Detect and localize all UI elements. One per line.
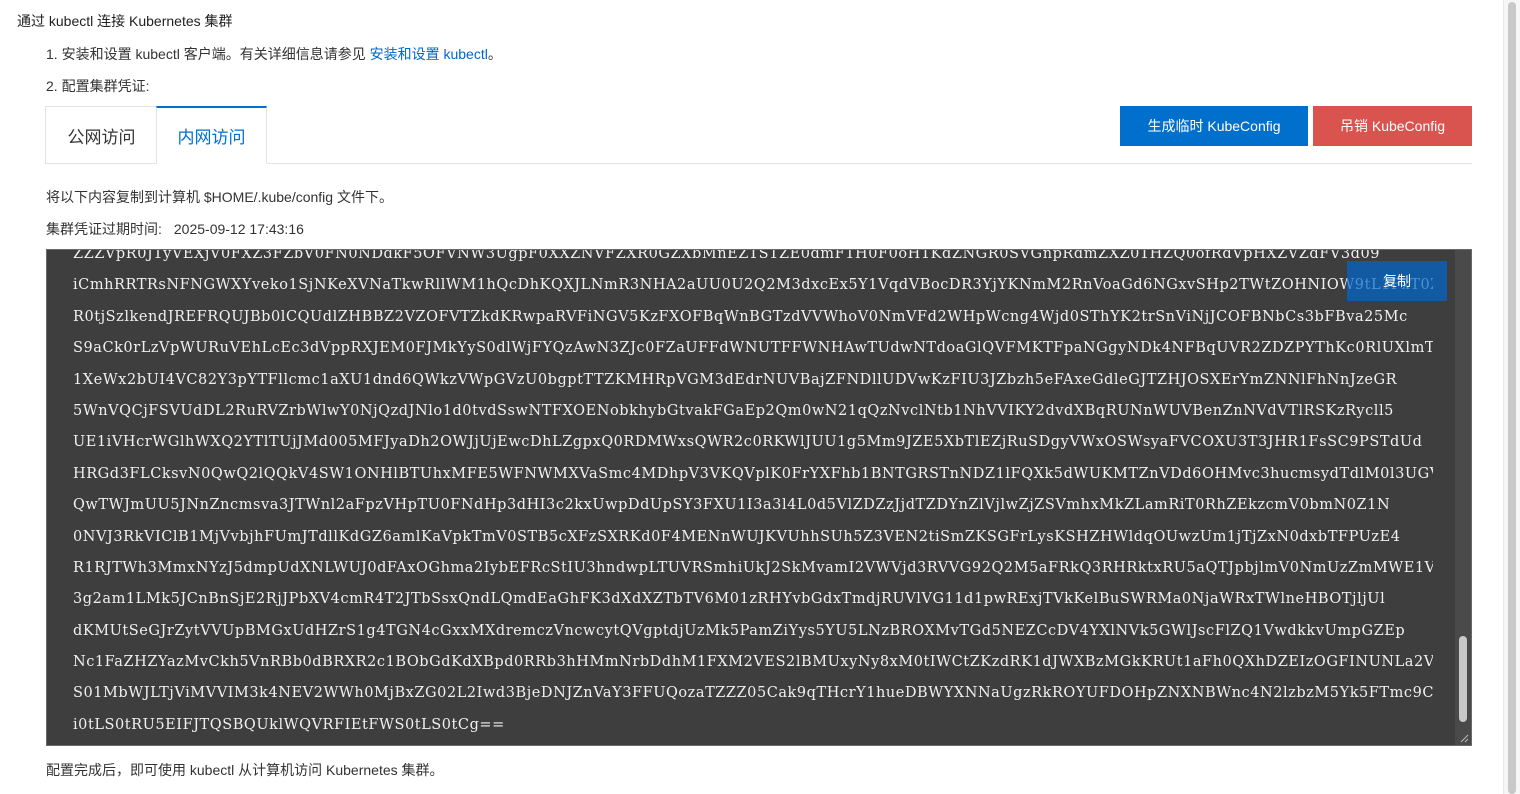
- code-line: 5WnVQCjFSVUdDL2RuRVZrbWlwY0NjQzdJNlo1d0t…: [73, 402, 1394, 419]
- code-line: 3g2am1LMk5JCnBnSjE2RjJPbXV4cmR4T2JTbSsxQ…: [73, 591, 1386, 608]
- code-scrollbar-thumb[interactable]: [1459, 636, 1467, 722]
- code-line: Nc1FaZHZYazMvCkh5VnRBb0dBRXR2c1BObGdKdXB…: [73, 654, 1433, 671]
- page-scrollbar[interactable]: [1503, 0, 1520, 794]
- copy-instructions: 将以下内容复制到计算机 $HOME/.kube/config 文件下。: [46, 189, 393, 205]
- step-1-text: 1. 安装和设置 kubectl 客户端。有关详细信息请参见: [46, 46, 370, 62]
- kubeconfig-textarea[interactable]: ZZZVpR0J1yVEXjV0FXZ3FZbV0FN0NDdkF5OFVNW3…: [46, 249, 1472, 746]
- code-scrollbar[interactable]: [1455, 250, 1471, 745]
- footer-note: 配置完成后，即可使用 kubectl 从计算机访问 Kubernetes 集群。: [46, 762, 444, 778]
- code-line: i0tLS0tRU5EIFJTQSBQUklWQVRFIEtFWS0tLS0tC…: [73, 716, 505, 733]
- tab-internal-access[interactable]: 内网访问: [156, 106, 267, 164]
- code-line: HRGd3FLCksvN0QwQ2lQQkV4SW1ONHlBTUhxMFE5W…: [73, 465, 1433, 482]
- page-scrollbar-thumb[interactable]: [1508, 2, 1516, 794]
- code-line: dKMUtSeGJrZytVVUpBMGxUdHZrS1g4TGN4cGxxMX…: [73, 622, 1406, 639]
- revoke-kubeconfig-button[interactable]: 吊销 KubeConfig: [1313, 106, 1472, 146]
- code-line: R1RJTWh3MmxNYzJ5dmpUdXNLWUJ0dFAxOGhma2Iy…: [73, 559, 1433, 576]
- generate-temp-kubeconfig-button[interactable]: 生成临时 KubeConfig: [1120, 106, 1308, 146]
- code-line: UE1iVHcrWGlhWXQ2YTlTUjJMd005MFJyaDh2OWJj…: [73, 434, 1423, 451]
- code-line: 0NVJ3RkVIClB1MjVvbjhFUmJTdllKdGZ6amlKaVp…: [73, 528, 1401, 545]
- copy-button[interactable]: 复制: [1347, 261, 1447, 301]
- expiry-label: 集群凭证过期时间:: [46, 221, 162, 237]
- code-line: S01MbWJLTjViMVVIM3k4NEV2WWh0MjBxZG02L2Iw…: [73, 685, 1433, 702]
- resize-handle-icon[interactable]: [1459, 733, 1469, 743]
- code-line: QwTWJmUU5JNnZncmsva3JTWnl2aFpzVHpTU0FNdH…: [73, 497, 1391, 514]
- step-1-suffix: 。: [487, 46, 502, 62]
- code-line: R0tjSzlkendJREFRQUJBb0lCQUdlZHBBZ2VZOFVT…: [73, 308, 1408, 325]
- install-kubectl-link[interactable]: 安装和设置 kubectl: [370, 46, 488, 62]
- kubeconfig-content: ZZZVpR0J1yVEXjV0FXZ3FZbV0FN0NDdkF5OFVNW3…: [73, 249, 1433, 741]
- code-line: ZZZVpR0J1yVEXjV0FXZ3FZbV0FN0NDdkF5OFVNW3…: [73, 249, 1381, 262]
- credential-expiry: 集群凭证过期时间: 2025-09-12 17:43:16: [46, 219, 304, 239]
- code-line: iCmhRRTRsNFNGWXYveko1SjNKeXVNaTkwRllWM1h…: [73, 277, 1433, 294]
- code-line: 1XeWx2bUI4VC82Y3pYTFllcmc1aXU1dnd6QWkzVW…: [73, 371, 1398, 388]
- step-configure-credentials: 2. 配置集群凭证:: [46, 78, 150, 94]
- expiry-value: 2025-09-12 17:43:16: [173, 221, 304, 237]
- code-line: S9aCk0rLzVpWURuVEhLcEc3dVppRXJEM0FJMkYyS…: [73, 340, 1433, 357]
- tab-public-access[interactable]: 公网访问: [45, 106, 157, 164]
- step-install-kubectl: 1. 安装和设置 kubectl 客户端。有关详细信息请参见 安装和设置 kub…: [46, 44, 502, 64]
- page-title: 通过 kubectl 连接 Kubernetes 集群: [17, 13, 233, 29]
